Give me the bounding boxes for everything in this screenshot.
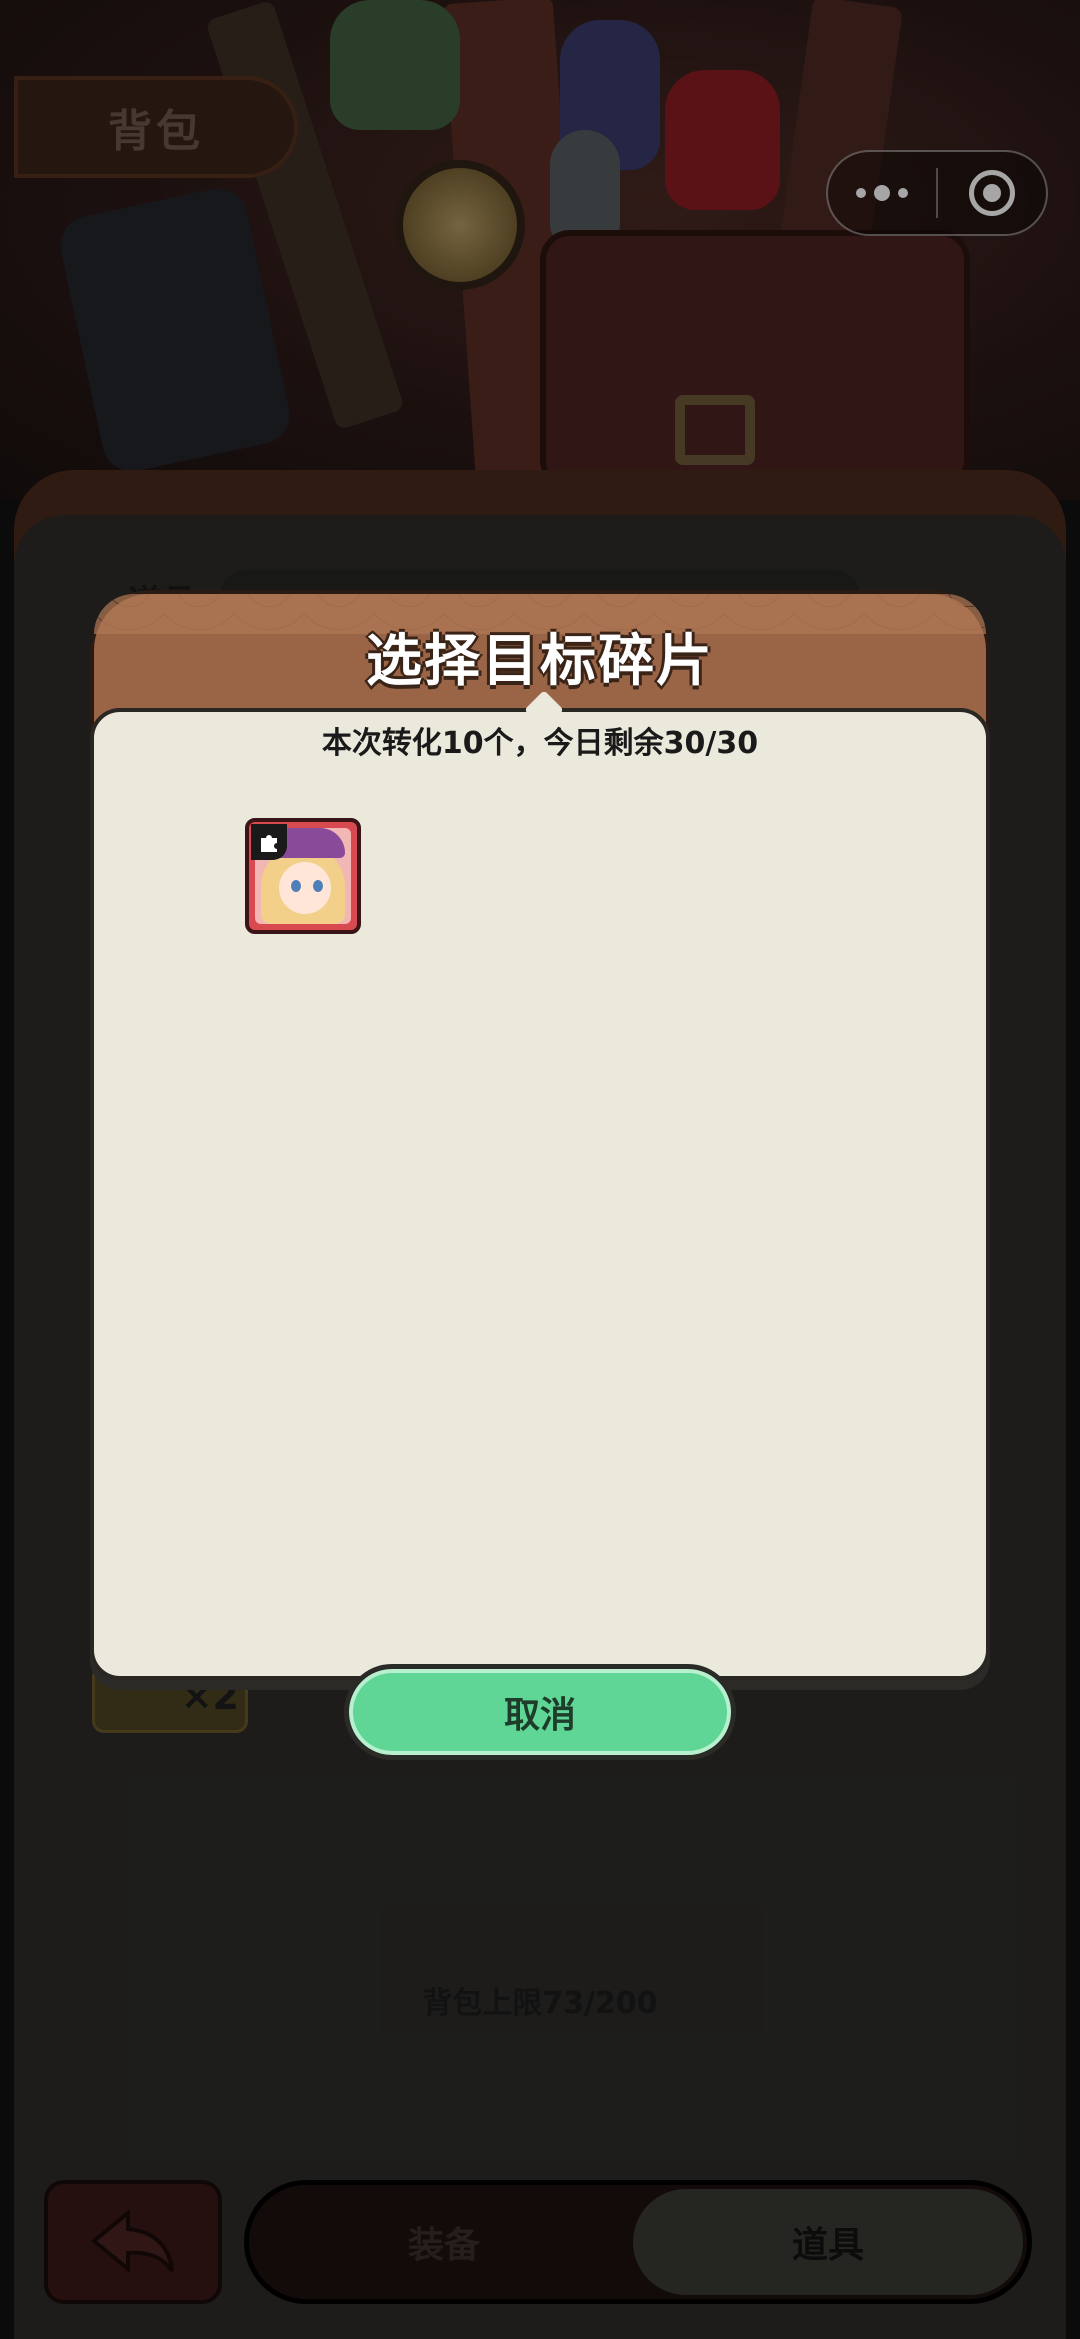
dialog-title: 选择目标碎片	[366, 629, 714, 694]
back-button[interactable]	[44, 2180, 222, 2304]
dialog-body	[90, 690, 990, 1680]
page-title: 背包	[108, 106, 204, 157]
page-title-pill: 背包	[14, 76, 298, 178]
target-circle-icon[interactable]	[938, 170, 1046, 216]
backpack-capacity: 背包上限73/200	[422, 1986, 658, 2021]
cancel-button[interactable]: 取消	[344, 1664, 736, 1760]
item-count: ×2	[180, 1674, 239, 1718]
fragment-option[interactable]	[245, 818, 361, 934]
select-fragment-dialog: 选择目标碎片 本次转化10个，今日剩余30/30	[90, 590, 990, 1680]
tab-items[interactable]: 道具	[633, 2189, 1023, 2295]
conversion-info: 本次转化10个，今日剩余30/30	[321, 726, 759, 761]
cancel-button-label: 取消	[349, 1669, 731, 1755]
more-dots-icon[interactable]	[828, 185, 936, 201]
mini-program-capsule	[826, 150, 1048, 236]
back-arrow-icon	[90, 2208, 174, 2274]
bottom-tab-bar: 装备 道具	[244, 2180, 1032, 2304]
tab-equipment[interactable]: 装备	[249, 2185, 639, 2299]
bag-background-scene	[0, 0, 1080, 500]
puzzle-piece-icon	[251, 824, 287, 860]
